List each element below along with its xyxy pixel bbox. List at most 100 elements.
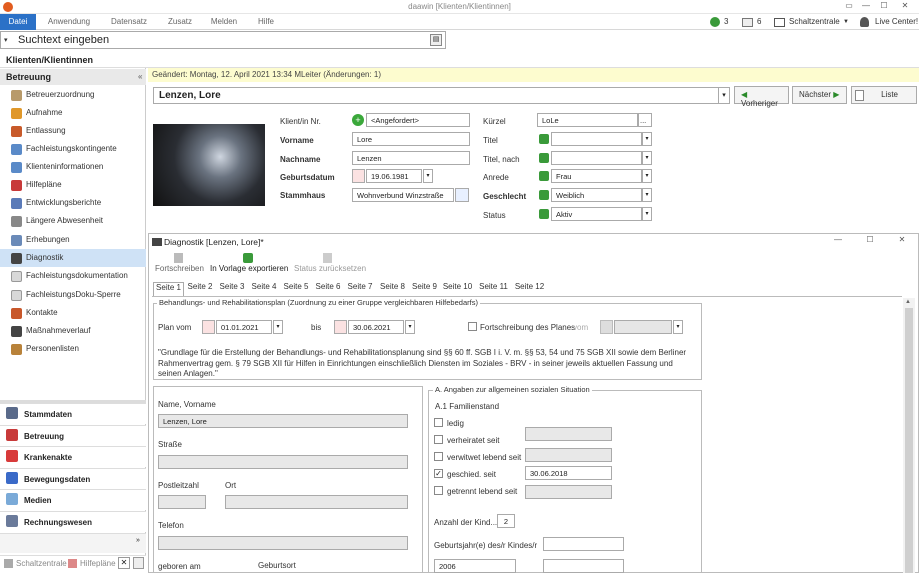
client-selector-dropdown-icon[interactable]: ▾ <box>718 88 729 103</box>
verwitwet-checkbox[interactable] <box>434 452 443 461</box>
add-icon[interactable]: + <box>352 114 364 126</box>
field-titel[interactable] <box>551 132 642 146</box>
geburtsjahr-field-1[interactable] <box>543 537 624 551</box>
status-dropdown[interactable]: ▾ <box>642 207 652 221</box>
tab-seite-4[interactable]: Seite 4 <box>250 282 278 296</box>
anrede-dropdown[interactable]: ▾ <box>642 169 652 183</box>
kuerzel-more-button[interactable]: ... <box>638 113 652 127</box>
tab-seite-11[interactable]: Seite 11 <box>477 282 510 296</box>
previous-button[interactable]: ◀ Vorheriger <box>734 86 789 108</box>
live-center-link[interactable]: Live Center! <box>875 14 918 30</box>
kinder-field[interactable]: 2 <box>497 514 515 528</box>
geburtsdatum-dropdown[interactable]: ▾ <box>423 169 433 183</box>
scroll-up-icon[interactable]: ▲ <box>905 299 911 305</box>
menu-melden[interactable]: Melden <box>206 14 242 30</box>
tab-list-icon[interactable] <box>133 557 144 569</box>
tab-seite-3[interactable]: Seite 3 <box>218 282 246 296</box>
field-geschlecht[interactable]: Weiblich <box>551 188 642 202</box>
menu-datei[interactable]: Datei <box>0 14 36 30</box>
field-anrede[interactable]: Frau <box>551 169 642 183</box>
nav-rechnungswesen[interactable]: Rechnungswesen <box>0 511 146 532</box>
export-button[interactable]: In Vorlage exportieren <box>210 264 288 273</box>
schaltzentrale-menu[interactable]: Schaltzentrale <box>789 14 840 30</box>
field-vorname[interactable]: Lore <box>352 132 470 146</box>
scrollbar-thumb[interactable] <box>905 308 913 573</box>
calendar-icon[interactable] <box>202 320 215 334</box>
close-tab-icon[interactable]: ✕ <box>118 557 130 569</box>
plan-to-field[interactable]: 30.06.2021 <box>348 320 404 334</box>
plan-to-dropdown[interactable]: ▾ <box>405 320 415 334</box>
label-titel-nach: Titel, nach <box>483 155 520 164</box>
dialog-close-button[interactable]: ✕ <box>896 235 908 246</box>
tab-seite-9[interactable]: Seite 9 <box>410 282 439 296</box>
field-nachname[interactable]: Lenzen <box>352 151 470 165</box>
report-icon <box>11 198 22 209</box>
client-selector[interactable]: Lenzen, Lore <box>153 87 730 104</box>
tab-seite-10[interactable]: Seite 10 <box>441 282 474 296</box>
fortschreibung-checkbox[interactable] <box>468 322 477 331</box>
menu-anwendung[interactable]: Anwendung <box>40 14 98 30</box>
telefon-field <box>158 536 408 550</box>
stammhaus-link-icon[interactable] <box>455 188 469 202</box>
next-button[interactable]: Nächster ▶ <box>792 86 847 104</box>
ledig-checkbox[interactable] <box>434 418 443 427</box>
plan-from-dropdown[interactable]: ▾ <box>273 320 283 334</box>
tab-seite-7[interactable]: Seite 7 <box>346 282 374 296</box>
restore-help-icon[interactable]: ▭ <box>843 1 855 12</box>
geschieden-checkbox[interactable]: ✓ <box>434 469 443 478</box>
geschlecht-dropdown[interactable]: ▾ <box>642 188 652 202</box>
dialog-minimize-button[interactable]: — <box>832 235 844 246</box>
field-stammhaus[interactable]: Wohnverbund Winzstraße <box>352 188 454 202</box>
tab-seite-2[interactable]: Seite 2 <box>186 282 214 296</box>
absence-icon <box>11 216 22 227</box>
tab-seite-12[interactable]: Seite 12 <box>513 282 546 296</box>
tab-seite-1[interactable]: Seite 1 <box>153 282 184 296</box>
nav-krankenakte[interactable]: Krankenakte <box>0 446 146 467</box>
tab-seite-5[interactable]: Seite 5 <box>282 282 310 296</box>
nav-bewegungsdaten[interactable]: Bewegungsdaten <box>0 468 146 489</box>
menu-zusatz[interactable]: Zusatz <box>160 14 200 30</box>
menu-datensatz[interactable]: Datensatz <box>104 14 154 30</box>
fortschreiben-button[interactable]: Fortschreiben <box>155 264 204 273</box>
dialog-maximize-button[interactable]: ☐ <box>864 235 876 246</box>
tab-seite-6[interactable]: Seite 6 <box>314 282 342 296</box>
getrennt-checkbox[interactable] <box>434 486 443 495</box>
maximize-button[interactable]: ☐ <box>878 1 890 12</box>
footer-tab-schaltzentrale[interactable]: Schaltzentrale <box>16 559 67 568</box>
nav-stammdaten[interactable]: Stammdaten <box>0 403 146 424</box>
fortschreiben-icon <box>174 253 183 263</box>
reset-status-button[interactable]: Status zurücksetzen <box>294 264 366 273</box>
field-kuerzel[interactable]: LoLe <box>537 113 638 127</box>
geburtsjahr-field-3[interactable] <box>543 559 624 573</box>
footer-tab-hilfeplaene[interactable]: Hilfepläne <box>80 559 116 568</box>
nav-betreuung[interactable]: Betreuung <box>0 425 146 446</box>
mail-icon[interactable] <box>742 18 753 27</box>
field-geburtsdatum[interactable]: 19.06.1981 <box>366 169 422 183</box>
expand-icon[interactable]: » <box>136 537 140 544</box>
plan-from-field[interactable]: 01.01.2021 <box>216 320 272 334</box>
field-status[interactable]: Aktiv <box>551 207 642 221</box>
calendar-icon[interactable] <box>352 169 365 183</box>
medical-icon <box>6 450 18 462</box>
globe-icon[interactable] <box>710 17 720 27</box>
calendar-icon[interactable] <box>334 320 347 334</box>
verheiratet-checkbox[interactable] <box>434 435 443 444</box>
menu-hilfe[interactable]: Hilfe <box>250 14 282 30</box>
chevron-down-icon[interactable]: ▼ <box>843 14 849 30</box>
info-icon <box>11 162 22 173</box>
keyboard-icon[interactable]: ▤ <box>430 34 442 46</box>
titel-nach-dropdown[interactable]: ▾ <box>642 151 652 165</box>
field-titel-nach[interactable] <box>551 151 642 165</box>
nav-medien[interactable]: Medien <box>0 489 146 510</box>
geschieden-date-field[interactable]: 30.06.2018 <box>525 466 612 480</box>
field-klient-nr[interactable]: <Angefordert> <box>366 113 470 127</box>
collapse-icon[interactable]: « <box>138 72 142 81</box>
search-dropdown-icon[interactable]: ▾ <box>4 36 8 44</box>
titel-dropdown[interactable]: ▾ <box>642 132 652 146</box>
geburtsjahr-field-2[interactable]: 2006 <box>434 559 516 573</box>
lookup-icon <box>539 153 549 163</box>
tab-seite-8[interactable]: Seite 8 <box>378 282 407 296</box>
minimize-button[interactable]: — <box>860 1 872 12</box>
close-button[interactable]: ✕ <box>899 1 911 12</box>
geburtsort-label: Geburtsort <box>258 561 296 570</box>
